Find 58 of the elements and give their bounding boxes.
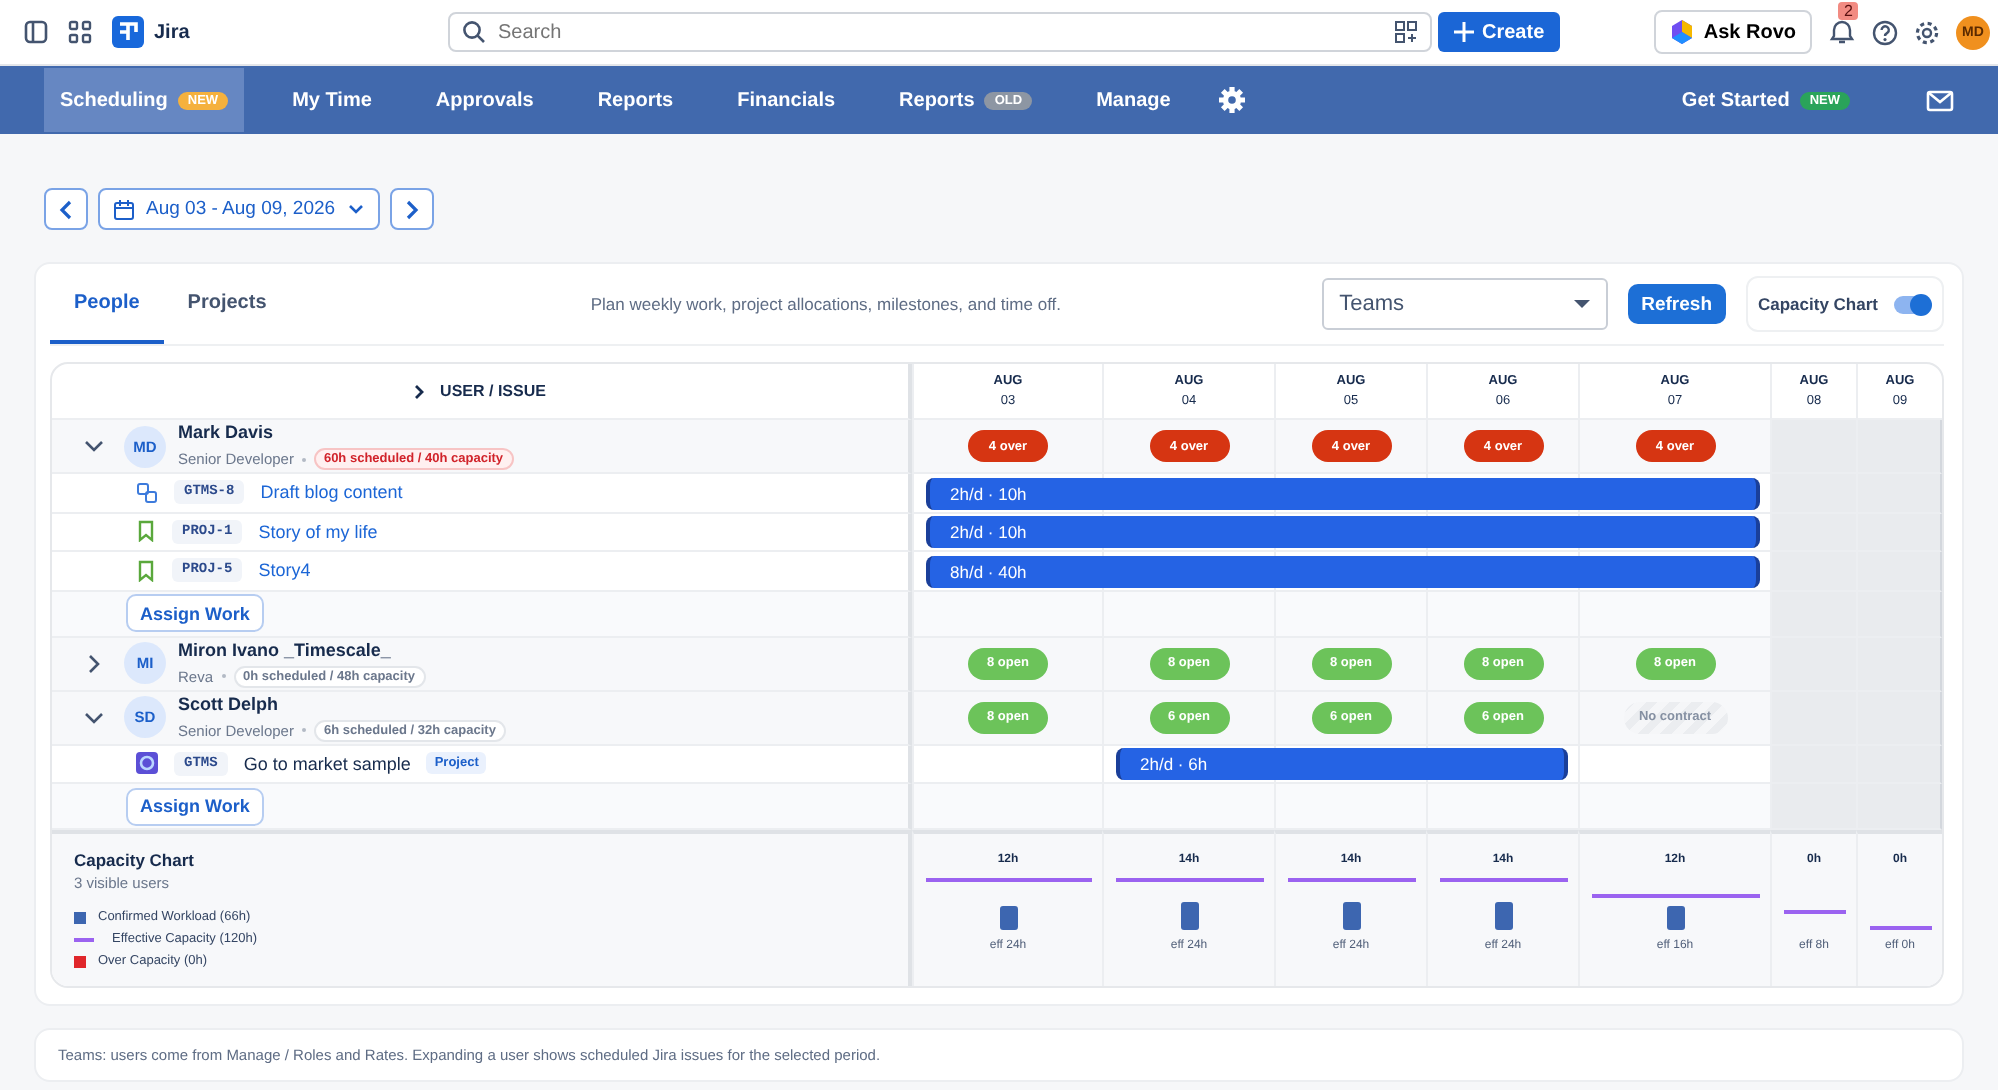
settings-icon[interactable] [1914,19,1940,45]
issue-title: Go to market sample [243,753,411,774]
refresh-button[interactable]: Refresh [1627,284,1726,324]
issue-title[interactable]: Draft blog content [260,482,403,503]
chevron-left-icon [58,199,74,219]
date-range-picker[interactable]: Aug 03 - Aug 09, 2026 [98,188,380,230]
capacity-chart-toggle[interactable] [1894,295,1930,313]
user-name: Scott Delph [178,693,281,713]
issue-title[interactable]: Story4 [258,560,311,581]
allocation-bar[interactable]: 2h/d · 10h [926,477,1760,510]
mail-icon[interactable] [1926,89,1954,111]
assign-work-button[interactable]: Assign Work [126,787,264,825]
scan-icon[interactable] [1394,20,1418,44]
user-name: Miron Ivano _Timescale_ [178,639,393,659]
search-input[interactable]: Search [498,21,1382,43]
view-tab[interactable]: People [50,264,164,344]
help-icon[interactable] [1872,19,1898,45]
nav-tab[interactable]: Reports [581,68,690,132]
app-name[interactable]: Jira [154,21,190,43]
search-field[interactable]: Search [448,12,1432,52]
jira-logo-icon[interactable] [112,16,144,48]
caret-icon [347,203,364,215]
chevron-right-icon [403,199,420,219]
column-header: USER / ISSUE [440,379,546,403]
allocation-bar[interactable]: 2h/d · 10h [926,516,1760,549]
create-button[interactable]: Create [1438,12,1561,52]
team-select[interactable]: Teams [1321,278,1608,330]
capacity-bar-drawing [1439,878,1567,930]
nav-tab[interactable]: Approvals [419,68,550,132]
notification-badge: 2 [1838,2,1859,20]
issue-title[interactable]: Story of my life [258,521,378,542]
allocation-bar[interactable]: 2h/d · 6h [1116,748,1568,781]
expand-all-icon[interactable] [414,383,425,399]
assign-work-button[interactable]: Assign Work [126,594,264,632]
sidebar-toggle-icon[interactable] [24,20,48,44]
user-name: Mark Davis [178,422,276,442]
calendar-icon [114,199,134,219]
plus-icon [1454,22,1474,42]
app-switcher-icon[interactable] [68,20,92,44]
search-icon [462,20,486,44]
toggle-label: Capacity Chart [1758,294,1878,314]
ask-rovo-button[interactable]: Ask Rovo [1653,10,1812,54]
chevron-icon[interactable] [88,653,100,673]
nav-tab[interactable]: Financials [721,68,852,132]
nav-tab[interactable]: My Time [276,68,388,132]
allocation-bar[interactable]: 8h/d · 40h [926,555,1760,588]
chevron-icon[interactable] [84,440,104,452]
next-week-button[interactable] [389,188,434,230]
nav-tab[interactable]: Manage [1080,68,1187,132]
chart-title: Capacity Chart [74,850,194,870]
previous-week-button[interactable] [44,188,88,230]
rovo-logo-icon [1669,20,1694,44]
capacity-bar-drawing [1287,878,1415,930]
view-tab[interactable]: Projects [163,264,291,344]
caret-icon [1573,300,1590,308]
chevron-icon[interactable] [84,711,104,723]
bell-icon[interactable] [1828,18,1856,46]
description-text: Plan weekly work, project allocations, milestones, and time off. [588,294,1063,314]
